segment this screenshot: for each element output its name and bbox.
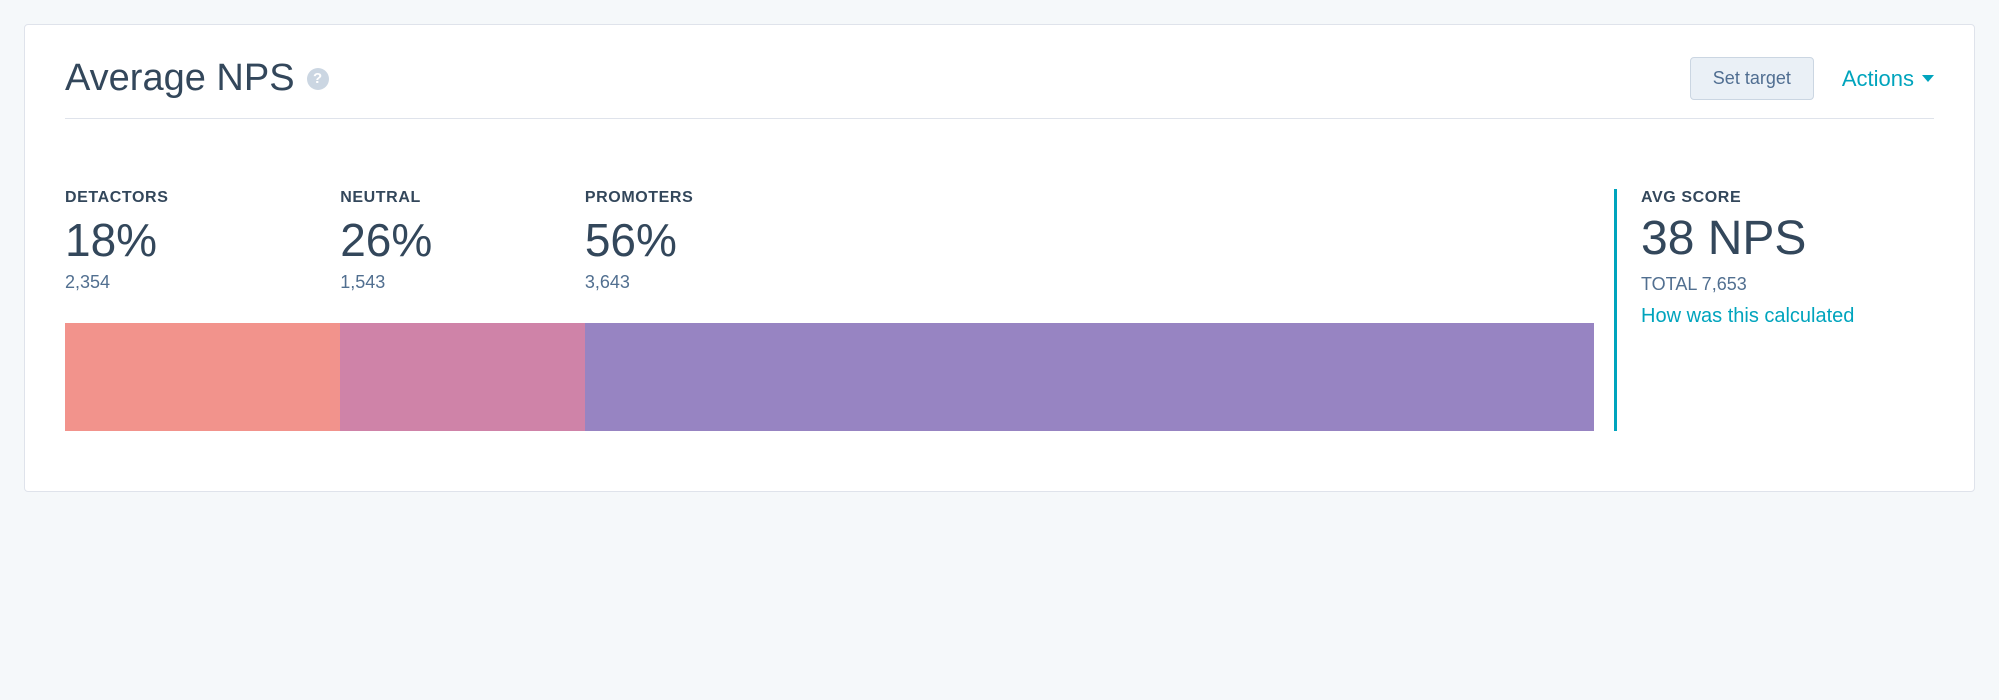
total-responses: TOTAL 7,653 [1641, 274, 1934, 295]
segment-label: NEUTRAL [340, 189, 585, 207]
avg-score-value: 38 NPS [1641, 213, 1934, 266]
actions-label: Actions [1842, 66, 1914, 92]
segment-count: 3,643 [585, 272, 1594, 293]
content-row: DETACTORS18%2,354NEUTRAL26%1,543PROMOTER… [65, 189, 1934, 431]
segment-header: DETACTORS 18% 2,354 [65, 189, 340, 311]
card-header: Average NPS ? Set target Actions [65, 57, 1934, 119]
summary-column: AVG SCORE 38 NPS TOTAL 7,653 How was thi… [1614, 189, 1934, 431]
calculation-link[interactable]: How was this calculated [1641, 305, 1934, 328]
segment-label: DETACTORS [65, 189, 340, 207]
segment-percent: 26% [340, 215, 585, 266]
bar-segment [65, 323, 340, 431]
bar-segment [585, 323, 1594, 431]
actions-dropdown[interactable]: Actions [1842, 66, 1934, 92]
page-title: Average NPS [65, 57, 295, 100]
chevron-down-icon [1922, 75, 1934, 82]
segment-label: PROMOTERS [585, 189, 1594, 207]
help-icon[interactable]: ? [307, 68, 329, 90]
segment-headers: DETACTORS18%2,354NEUTRAL26%1,543PROMOTER… [65, 189, 1594, 311]
segment-count: 2,354 [65, 272, 340, 293]
segment-header: NEUTRAL 26% 1,543 [340, 189, 585, 311]
header-actions: Set target Actions [1690, 57, 1934, 100]
segment-header: PROMOTERS 56% 3,643 [585, 189, 1594, 311]
stacked-bar-chart [65, 323, 1594, 431]
avg-score-label: AVG SCORE [1641, 189, 1934, 207]
set-target-button[interactable]: Set target [1690, 57, 1814, 100]
segments-column: DETACTORS18%2,354NEUTRAL26%1,543PROMOTER… [65, 189, 1594, 431]
segment-percent: 18% [65, 215, 340, 266]
title-wrap: Average NPS ? [65, 57, 329, 100]
segment-percent: 56% [585, 215, 1594, 266]
nps-card: Average NPS ? Set target Actions DETACTO… [24, 24, 1975, 492]
bar-segment [340, 323, 585, 431]
segment-count: 1,543 [340, 272, 585, 293]
